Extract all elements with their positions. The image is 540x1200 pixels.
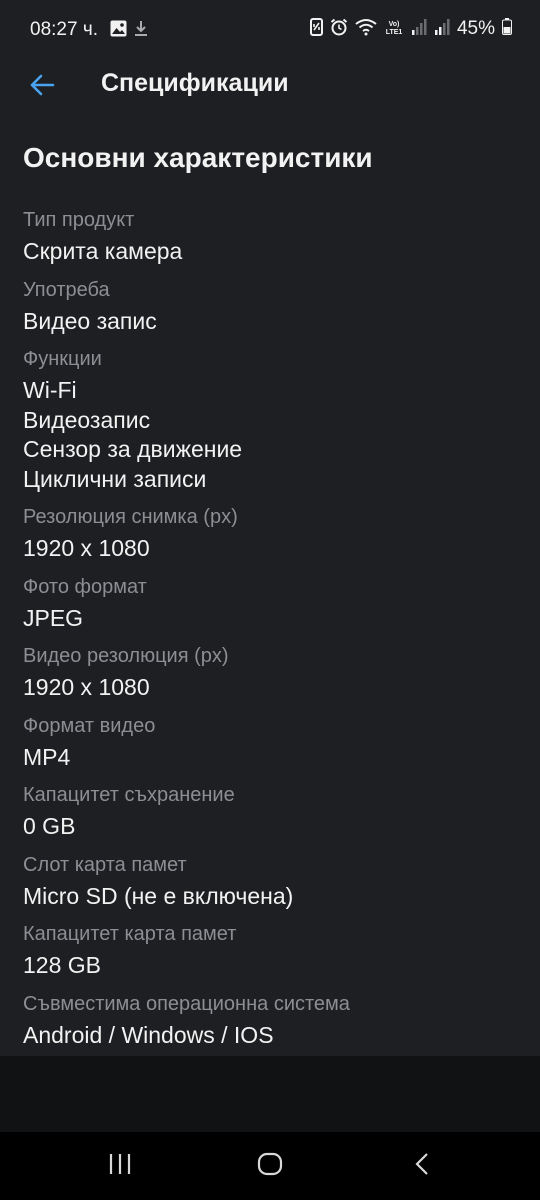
spec-label: Съвместима операционна система [23,992,350,1015]
status-icons: Vo) LTE1 45% [309,17,512,41]
status-bar: 08:27 ч. Vo) LTE1 45% [0,0,540,58]
spec-item: Капацитет карта памет 128 GB [23,920,523,990]
spec-value: 128 GB [23,952,101,978]
spec-label: Слот карта памет [23,853,187,876]
spec-item: Фото формат JPEG [23,573,523,643]
spec-item: Капацитет съхранение 0 GB [23,781,523,851]
spec-value: 1920 x 1080 [23,674,150,700]
wifi-icon [355,18,377,41]
home-icon [257,1152,283,1181]
signal-icon [434,18,450,40]
home-button[interactable] [250,1150,290,1182]
spec-value: 1920 x 1080 [23,535,150,561]
spec-value: Android / Windows / IOS [23,1021,274,1048]
spec-label: Капацитет карта памет [23,923,237,945]
spec-item: Формат видео MP4 [23,712,523,782]
nfc-icon [309,17,323,41]
spec-label: Употреба [23,278,110,301]
spec-label: Тип продукт [23,209,135,231]
spec-label: Видео резолюция (px) [23,645,229,667]
spec-value: Скрита камера [23,238,183,264]
spec-item: Употреба Видео запис [23,276,523,346]
status-time: 08:27 ч. [30,19,99,40]
spec-item: Съвместима операционна система Android / … [23,990,523,1060]
svg-text:Vo): Vo) [389,21,400,28]
spec-value: Видео запис [23,307,157,334]
back-button[interactable] [20,65,64,109]
nav-back-button[interactable] [402,1150,442,1182]
gallery-icon [110,20,127,42]
download-icon [134,20,148,42]
spec-item: Видео резолюция (px) 1920 x 1080 [23,642,523,712]
spec-value: MP4 [23,743,71,770]
spec-label: Резолюция снимка (px) [23,506,238,528]
spec-value: JPEG [23,604,84,631]
spec-label: Функции [23,348,102,370]
signal-icon [411,18,427,40]
spec-list: Тип продукт Скрита камера Употреба Видео за… [23,206,523,1059]
section-title: Основни характеристики [23,142,373,173]
spec-value: 0 GB [23,813,76,839]
back-icon [414,1152,430,1181]
page-title: Спецификации [101,69,289,97]
spec-label: Капацитет съхранение [23,784,235,806]
recent-apps-button[interactable] [100,1150,140,1182]
volte-icon: Vo) LTE1 [384,18,404,41]
specs-card: Основни характеристики Тип продукт Скрита… [0,116,540,1056]
spec-label: Формат видео [23,714,156,737]
battery-icon [502,18,512,40]
app-bar: Спецификации [0,58,540,116]
recent-apps-icon [108,1153,132,1180]
navigation-bar [0,1132,540,1200]
spec-value: Micro SD (не е включена) [23,882,294,909]
spec-item: Резолюция снимка (px) 1920 x 1080 [23,503,523,573]
spec-item: Тип продукт Скрита камера [23,206,523,276]
svg-text:LTE1: LTE1 [386,29,403,36]
spec-item: Слот карта памет Micro SD (не е включена) [23,851,523,921]
alarm-icon [330,18,348,41]
battery-percent: 45% [456,18,495,39]
arrow-left-icon [29,73,55,102]
spec-value: Wi-Fi Видеозапис Сензор за движение Цикл… [23,377,243,492]
spec-item: Функции Wi-Fi Видеозапис Сензор за движен… [23,345,523,503]
spec-label: Фото формат [23,575,147,598]
